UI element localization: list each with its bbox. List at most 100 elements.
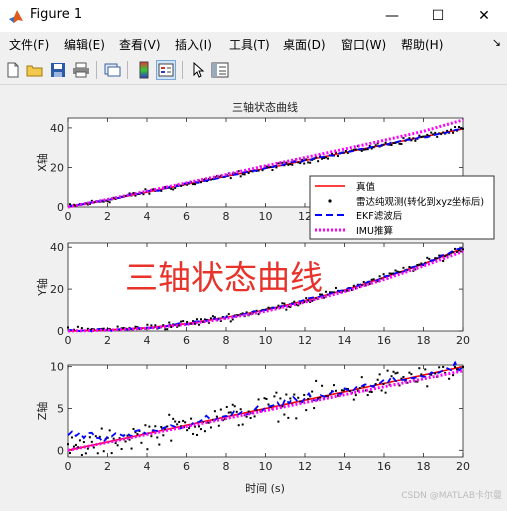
radar-point <box>374 144 377 147</box>
radar-point <box>72 445 75 448</box>
radar-point <box>239 175 242 178</box>
close-button[interactable]: ✕ <box>461 0 507 32</box>
radar-point <box>184 421 187 424</box>
figure-plots: 三轴状态曲线 0246810121416182002040X轴024681012… <box>35 100 502 501</box>
matlab-app-icon <box>9 10 23 23</box>
radar-point <box>84 452 87 455</box>
radar-point <box>162 434 165 437</box>
radar-point <box>426 256 429 259</box>
radar-point <box>198 425 201 428</box>
x-tick-label: 0 <box>65 334 72 347</box>
radar-point <box>382 382 385 385</box>
radar-point <box>454 365 457 368</box>
radar-point <box>444 255 447 258</box>
radar-point <box>408 371 411 374</box>
legend[interactable]: 真值 雷达纯观测(转化到xyz坐标后) EKF滤波后 IMU推算 <box>309 175 495 240</box>
window-title: Figure 1 <box>30 7 83 22</box>
radar-point <box>438 366 441 369</box>
radar-point <box>327 157 330 160</box>
x-tick-label: 2 <box>104 460 111 473</box>
radar-point <box>130 447 133 450</box>
radar-point <box>458 126 461 129</box>
radar-point <box>442 260 445 263</box>
pointer-icon[interactable] <box>188 60 208 80</box>
x-tick-label: 6 <box>183 210 190 223</box>
radar-point <box>229 411 232 414</box>
radar-point <box>390 375 393 378</box>
new-figure-icon[interactable] <box>3 60 23 80</box>
radar-point <box>394 269 397 272</box>
radar-point <box>253 415 256 418</box>
radar-point <box>352 284 355 287</box>
menu-view[interactable]: 查看(V) <box>119 36 161 53</box>
radar-point <box>112 437 115 440</box>
radar-point <box>362 280 365 283</box>
radar-point <box>170 439 173 442</box>
save-icon[interactable] <box>48 60 68 80</box>
legend-icon[interactable] <box>156 60 176 80</box>
menu-insert[interactable]: 插入(I) <box>175 36 212 53</box>
radar-point <box>68 452 71 455</box>
x-tick-label: 10 <box>259 334 273 347</box>
radar-point <box>305 297 308 300</box>
radar-point <box>172 188 175 191</box>
toolbar-separator <box>127 61 128 79</box>
radar-point <box>398 142 401 145</box>
print-icon[interactable] <box>71 60 91 80</box>
menu-bar: 文件(F) 编辑(E) 查看(V) 插入(I) 工具(T) 桌面(D) 窗口(W… <box>0 32 507 56</box>
radar-point <box>67 326 69 329</box>
radar-point <box>132 428 135 431</box>
link-plot-icon[interactable] <box>102 60 122 80</box>
radar-point <box>74 443 77 446</box>
radar-point <box>392 370 395 373</box>
radar-point <box>196 433 199 436</box>
y-tick-label: 0 <box>57 201 64 214</box>
radar-point <box>436 135 439 138</box>
radar-point <box>186 429 189 432</box>
radar-point <box>144 424 147 427</box>
radar-point <box>203 430 206 433</box>
y-tick-label: 0 <box>57 444 64 457</box>
radar-point <box>428 257 431 260</box>
radar-point <box>196 318 199 321</box>
radar-point <box>291 163 294 166</box>
menu-file[interactable]: 文件(F) <box>9 36 49 53</box>
x-tick-label: 16 <box>377 334 391 347</box>
colorbar-icon[interactable] <box>134 60 154 80</box>
radar-point <box>227 313 230 316</box>
radar-point <box>325 290 328 293</box>
radar-point <box>315 297 318 300</box>
maximize-button[interactable]: ☐ <box>415 0 461 32</box>
minimize-button[interactable]: — <box>369 0 415 32</box>
radar-point <box>378 373 381 376</box>
radar-point <box>150 435 153 438</box>
property-inspector-icon[interactable] <box>210 60 230 80</box>
x-tick-label: 8 <box>223 460 230 473</box>
radar-point <box>352 398 355 401</box>
legend-swatch-radar <box>328 199 332 203</box>
radar-point <box>366 394 369 397</box>
menu-desktop[interactable]: 桌面(D) <box>283 36 326 53</box>
radar-point <box>372 278 375 281</box>
close-icon: ✕ <box>478 8 490 24</box>
radar-point <box>199 181 202 184</box>
radar-point <box>454 247 457 250</box>
radar-point <box>283 413 286 416</box>
radar-point <box>396 371 399 374</box>
radar-point <box>148 192 151 195</box>
radar-point <box>154 425 157 428</box>
radar-point <box>392 142 395 145</box>
menu-tools[interactable]: 工具(T) <box>229 36 270 53</box>
open-file-icon[interactable] <box>25 60 45 80</box>
radar-point <box>309 161 312 164</box>
menu-help[interactable]: 帮助(H) <box>401 36 443 53</box>
radar-point <box>454 126 457 129</box>
x-tick-label: 4 <box>144 460 151 473</box>
radar-point <box>80 453 83 456</box>
menu-edit[interactable]: 编辑(E) <box>64 36 105 53</box>
menu-overflow-icon[interactable]: ↘ <box>492 36 501 49</box>
radar-point <box>384 141 387 144</box>
radar-point <box>188 427 191 430</box>
menu-window[interactable]: 窗口(W) <box>341 36 386 53</box>
y-axis-label-3: Z轴 <box>35 402 49 421</box>
